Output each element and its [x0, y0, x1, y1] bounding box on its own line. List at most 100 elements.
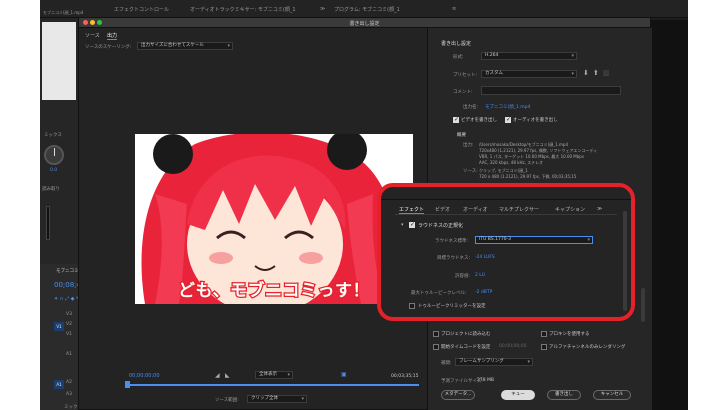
panel-header-bar: エフェクトコントロール オーディオトラックミキサー: モブニコミ(顔_1 ≫ プ… [40, 0, 688, 18]
set-start-timecode-label: 開始タイムコードを設定 [441, 345, 491, 350]
divider [395, 214, 617, 215]
set-start-timecode-checkbox[interactable] [433, 344, 439, 350]
source-patch-a1[interactable]: A1 [54, 380, 64, 389]
dialog-titlebar: 書き出し設定 [79, 18, 650, 28]
use-proxies-label: プロキシを使用する [549, 332, 590, 337]
interpolation-value: フレームサンプリング [459, 359, 504, 364]
fit-dropdown[interactable]: 全体表示 [255, 371, 293, 379]
tab-multiplexer[interactable]: マルチプレクサー [499, 206, 539, 213]
fit-value: 全体表示 [259, 372, 277, 377]
save-preset-icon[interactable]: ⬇ [583, 69, 589, 77]
output-name-label: 出力名: [463, 105, 479, 110]
source-range-label: ソース範囲: [215, 398, 239, 403]
tab-source[interactable]: ソース [85, 32, 100, 39]
target-loudness-label: 目標ラウドネス: [437, 256, 471, 261]
track-header-v1[interactable]: V1 [66, 332, 72, 337]
preset-label: プリセット: [453, 73, 478, 78]
divider [381, 199, 631, 200]
track-header-v2[interactable]: V2 [66, 322, 72, 327]
loudness-normalization-checkbox[interactable] [409, 221, 415, 228]
delete-preset-icon[interactable]: ▥ [603, 69, 610, 77]
tab-effects[interactable]: エフェクト [399, 206, 425, 214]
track-header-a1[interactable]: A1 [66, 352, 72, 357]
summary-header[interactable]: 概要 [457, 132, 466, 138]
queue-button[interactable]: キュー [501, 390, 535, 400]
collapse-chevron-icon[interactable]: ▾ [401, 222, 404, 228]
mixer-ch1-label: ミックス [44, 133, 62, 138]
export-settings-header[interactable]: 書き出し設定 [441, 40, 471, 47]
timeline-tools-icon[interactable]: ✦ ∩ ⤢ ◆ ✎ [54, 296, 80, 302]
import-into-project-label: プロジェクトに読み込む [441, 332, 491, 337]
tab-program-monitor[interactable]: プログラム: モブニコミ(顔_1 [334, 6, 400, 13]
source-patch-v1[interactable]: V1 [54, 322, 64, 331]
track-header-v3[interactable]: V3 [66, 312, 72, 317]
pan-knob[interactable] [44, 145, 64, 165]
summary-source-label: ソース: [463, 169, 478, 174]
export-audio-label: オーディオを書き出し [513, 118, 558, 123]
tab-audio-track-mixer[interactable]: オーディオトラックミキサー: モブニコミ(顔_1 [190, 6, 296, 13]
export-video-checkbox[interactable] [453, 116, 459, 123]
track-header-a2[interactable]: A2 [66, 380, 72, 385]
start-timecode-value[interactable]: 00;00;00;00 [499, 344, 526, 349]
cancel-button[interactable]: キャンセル [593, 390, 631, 400]
mixer-ch1-value[interactable]: 0.0 [50, 168, 57, 173]
comment-input[interactable] [481, 86, 621, 95]
format-label: 形式: [453, 55, 464, 60]
render-alpha-checkbox[interactable] [541, 344, 547, 350]
use-proxies-checkbox[interactable] [541, 331, 547, 337]
tab-effect-controls[interactable]: エフェクトコントロール [114, 6, 169, 13]
tolerance-label: 許容値: [455, 274, 471, 279]
tab-output[interactable]: 出力 [107, 32, 118, 40]
max-true-peak-label: 最大トゥルーピークレベル: [411, 291, 467, 296]
tab-audio[interactable]: オーディオ [463, 206, 488, 213]
format-value: H.264 [485, 53, 499, 58]
tab-captions[interactable]: キャプション [555, 206, 585, 213]
settings-scrollbar[interactable] [641, 288, 645, 322]
file-size-value: 278 MB [477, 378, 494, 383]
summary-output-line: AAC, 320 kbps, 48 kHz, ステレオ [479, 160, 544, 165]
loudness-standard-label: ラウドネス標準: [435, 239, 469, 244]
panel-menu-icon[interactable]: ≡ [452, 6, 456, 12]
import-into-project-checkbox[interactable] [433, 331, 439, 337]
playhead-handle[interactable] [125, 381, 130, 388]
tolerance-value[interactable]: 2 LU [475, 273, 485, 278]
import-preset-icon[interactable]: ⬆ [593, 69, 599, 77]
loudness-standard-value: ITU BS.1770-3 [479, 237, 512, 242]
output-name-link[interactable]: モブニコミ(顔_1.mp4 [485, 104, 530, 110]
scaling-dropdown[interactable]: 出力サイズに合わせてスケール [137, 42, 233, 50]
preview-timecode-start[interactable]: 00;00;00;00 [129, 373, 160, 379]
true-peak-limiter-checkbox[interactable] [409, 303, 415, 309]
mixer-ch1-mode[interactable]: 読み取り [42, 186, 60, 192]
comment-label: コメント: [453, 90, 473, 95]
loudness-section-title: ラウドネスの正規化 [418, 223, 464, 229]
preset-value: カスタム [485, 71, 503, 76]
export-button[interactable]: 書き出し [547, 390, 581, 400]
effects-scrollbar[interactable] [623, 211, 627, 311]
tabs-overflow-icon[interactable]: ≫ [597, 206, 602, 212]
volume-fader[interactable] [46, 206, 50, 240]
source-range-value: クリップ全体 [251, 396, 278, 401]
true-peak-limiter-label: トゥルーピークリミッターを設定 [418, 304, 486, 309]
aspect-toggle-icon[interactable]: ▣ [341, 371, 347, 378]
file-label: モブニコミ(顔_1.mp4 [43, 10, 84, 15]
metadata-button[interactable]: メタデータ... [441, 390, 475, 400]
interpolation-dropdown[interactable]: フレームサンプリング [455, 358, 533, 366]
preset-dropdown[interactable]: カスタム [481, 70, 577, 78]
track-header-a3[interactable]: A3 [66, 392, 72, 397]
max-true-peak-value[interactable]: -2 dBTP [475, 290, 492, 295]
target-loudness-value[interactable]: -24 LUFS [475, 255, 495, 260]
tab-video[interactable]: ビデオ [435, 206, 450, 213]
preview-scrubber-bar[interactable] [127, 384, 419, 386]
mark-in-icon[interactable]: ◢ [215, 372, 220, 379]
summary-source-line: 720 x 480 (1.2121), 29.97 fps, 下側, 00;03… [479, 174, 577, 179]
export-audio-checkbox[interactable] [505, 116, 511, 123]
highlighted-effects-panel: エフェクト ビデオ オーディオ マルチプレクサー キャプション ≫ ▾ ラウドネ… [377, 183, 635, 321]
export-video-label: ビデオを書き出し [461, 118, 497, 123]
interpolation-label: 補間: [441, 361, 452, 366]
mark-out-icon[interactable]: ◣ [225, 372, 230, 379]
video-preview: ども、モブニコミっす！ [135, 134, 413, 304]
loudness-standard-dropdown[interactable]: ITU BS.1770-3 [475, 236, 593, 244]
source-range-dropdown[interactable]: クリップ全体 [247, 395, 307, 403]
format-dropdown[interactable]: H.264 [481, 52, 577, 60]
panel-overflow-icon[interactable]: ≫ [320, 6, 325, 12]
